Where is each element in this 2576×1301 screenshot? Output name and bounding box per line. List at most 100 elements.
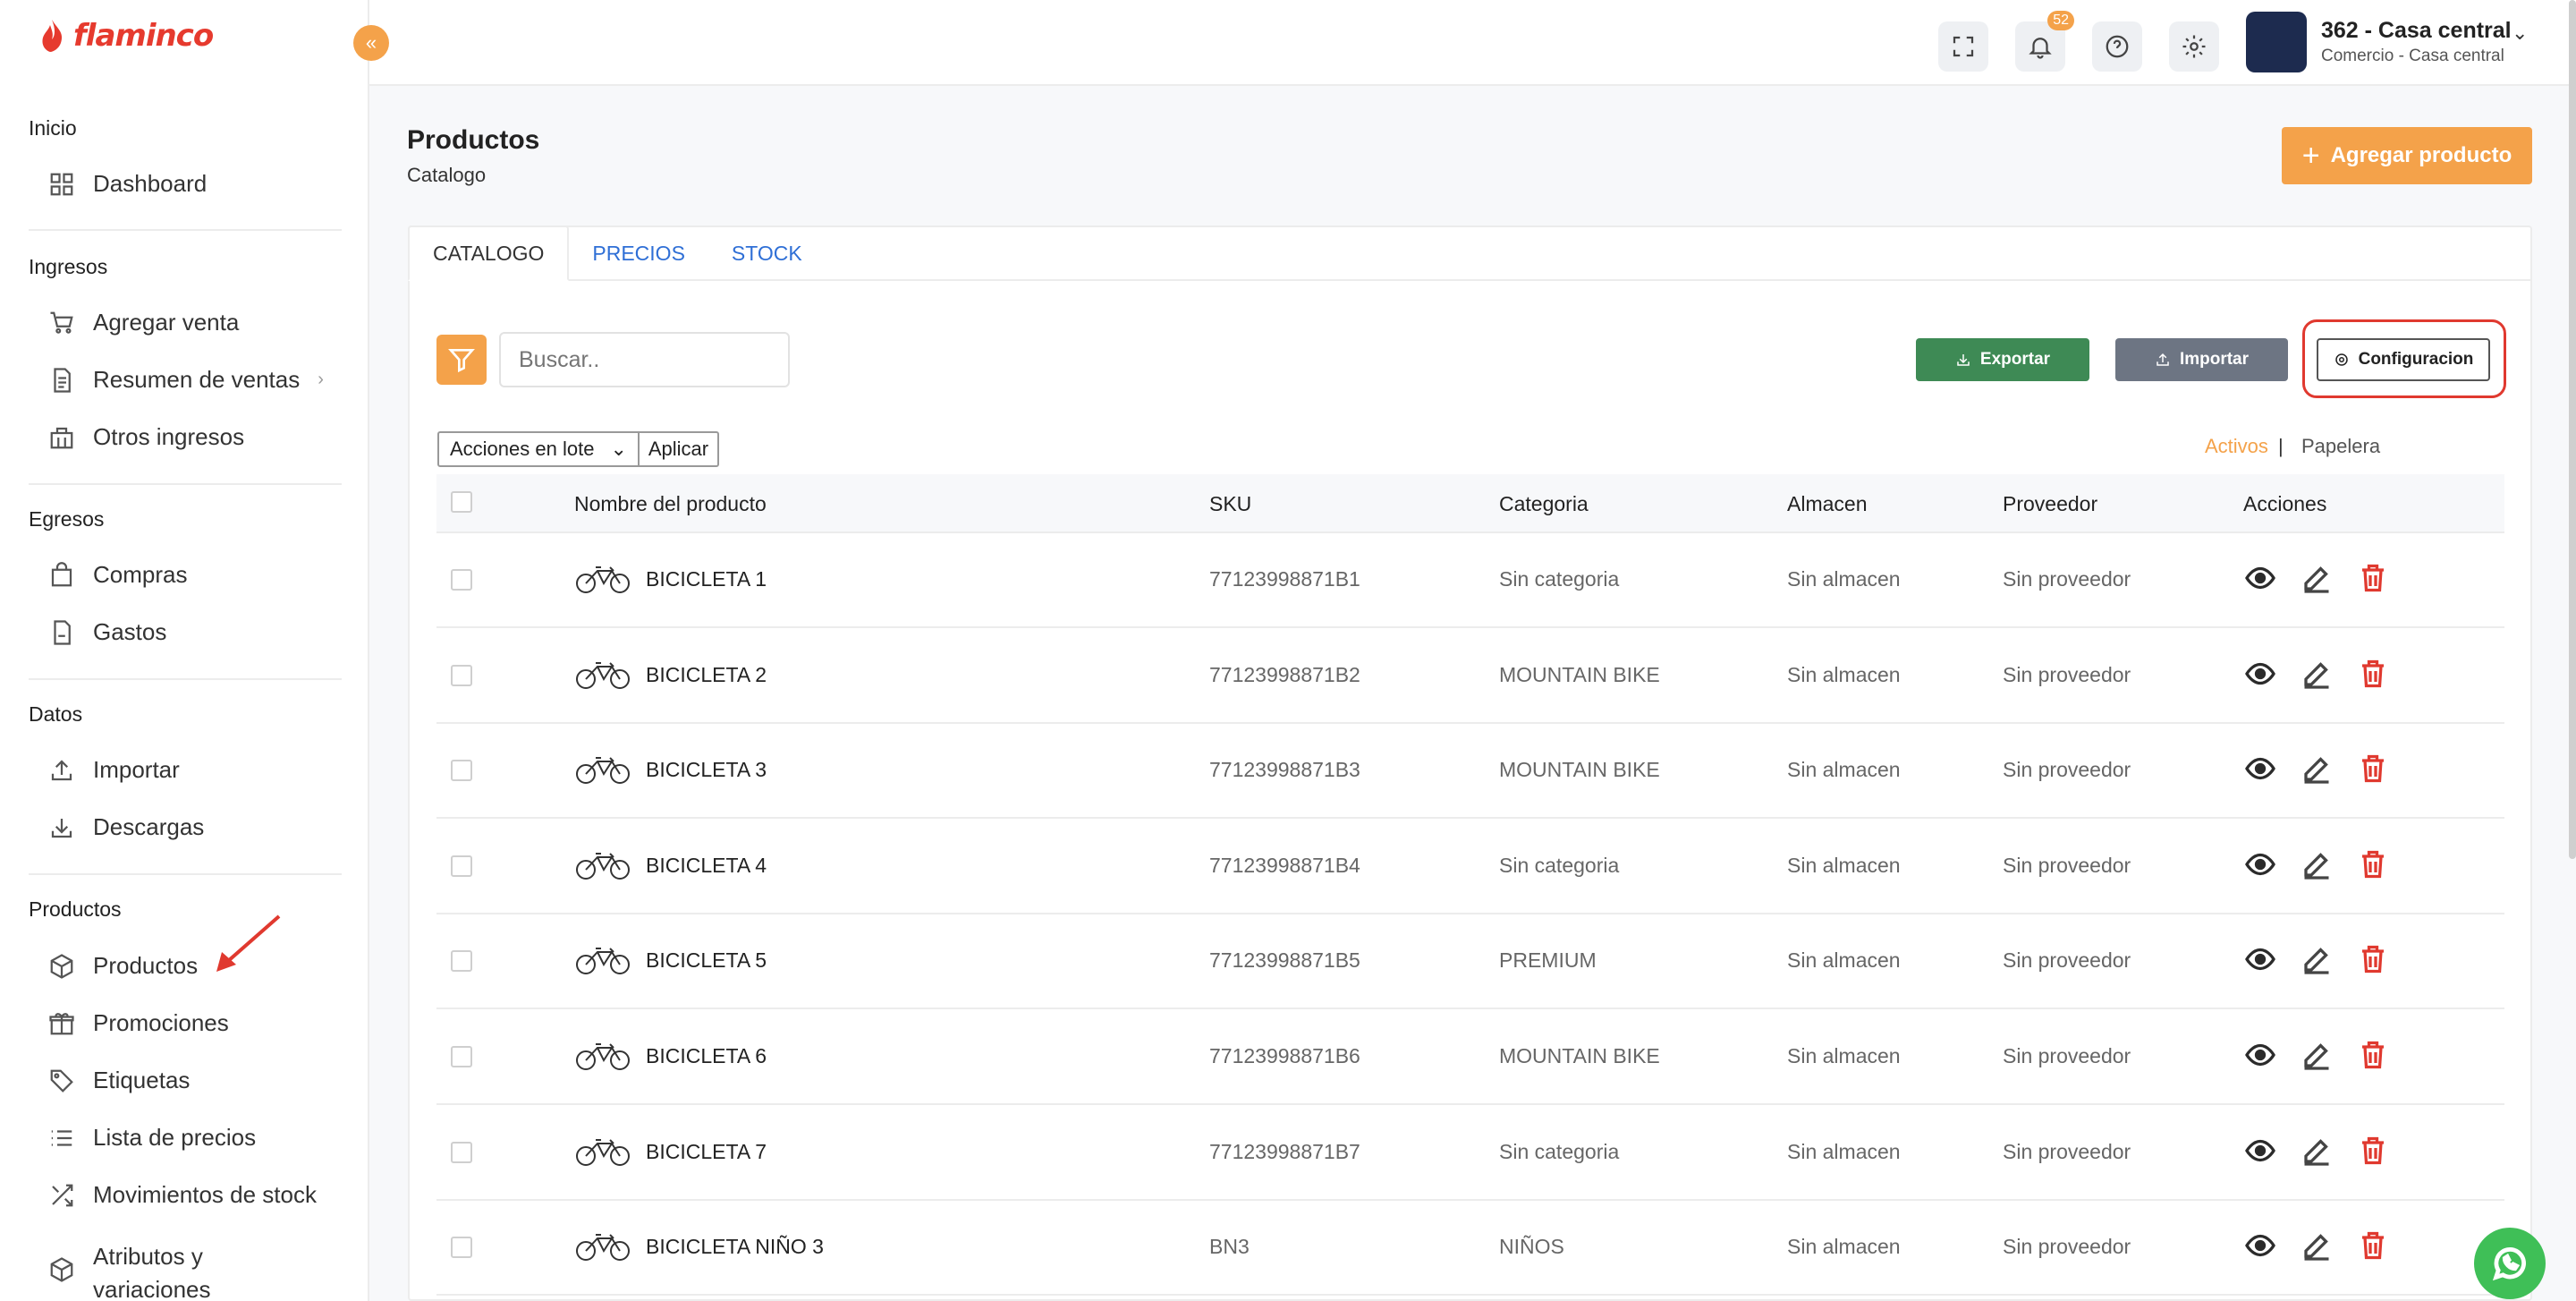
column-header-actions: Acciones xyxy=(2243,492,2327,515)
select-all-checkbox[interactable] xyxy=(451,491,472,513)
help-button[interactable] xyxy=(2092,21,2142,72)
product-name[interactable]: BICICLETA 6 xyxy=(646,1044,767,1068)
sidebar-item-importar[interactable]: Importar xyxy=(48,756,180,784)
sidebar-item-atributos[interactable]: Atributos y variaciones xyxy=(48,1240,211,1301)
edit-button[interactable] xyxy=(2301,658,2333,690)
delete-button[interactable] xyxy=(2357,943,2389,975)
delete-button[interactable] xyxy=(2357,1135,2389,1167)
edit-button[interactable] xyxy=(2301,1135,2333,1167)
delete-button[interactable] xyxy=(2357,1229,2389,1262)
view-button[interactable] xyxy=(2244,562,2276,594)
edit-button[interactable] xyxy=(2301,1039,2333,1071)
export-button[interactable]: Exportar xyxy=(1916,338,2089,381)
pencil-icon xyxy=(2304,948,2329,975)
settings-button[interactable] xyxy=(2169,21,2219,72)
delete-button[interactable] xyxy=(2357,1039,2389,1071)
sidebar-item-productos[interactable]: Productos xyxy=(48,952,198,980)
sidebar-item-etiquetas[interactable]: Etiquetas xyxy=(48,1067,190,1094)
whatsapp-icon xyxy=(2492,1247,2526,1281)
bulk-actions-select[interactable]: Acciones en lote ⌄ xyxy=(439,433,640,465)
column-header-sku[interactable]: SKU xyxy=(1209,492,1251,516)
product-category: Sin categoria xyxy=(1499,853,1620,877)
column-header-name[interactable]: Nombre del producto xyxy=(574,492,767,516)
filter-button[interactable] xyxy=(436,335,487,385)
sidebar-item-dashboard[interactable]: Dashboard xyxy=(48,170,207,198)
edit-button[interactable] xyxy=(2301,943,2333,975)
sidebar-item-movimientos-stock[interactable]: Movimientos de stock xyxy=(48,1181,317,1209)
chevron-down-icon[interactable]: ⌄ xyxy=(2512,21,2528,45)
view-button[interactable] xyxy=(2244,1229,2276,1262)
row-checkbox[interactable] xyxy=(451,1141,472,1163)
sidebar-item-agregar-venta[interactable]: Agregar venta xyxy=(48,309,239,336)
product-name[interactable]: BICICLETA 1 xyxy=(646,567,767,591)
bulk-actions-label: Acciones en lote xyxy=(450,438,595,460)
sidebar-item-lista-precios[interactable]: Lista de precios xyxy=(48,1124,256,1152)
product-name[interactable]: BICICLETA 4 xyxy=(646,854,767,878)
store-name[interactable]: 362 - Casa central xyxy=(2321,18,2512,44)
product-warehouse: Sin almacen xyxy=(1787,853,1901,877)
sidebar-item-compras[interactable]: Compras xyxy=(48,561,187,589)
row-checkbox[interactable] xyxy=(451,569,472,591)
edit-button[interactable] xyxy=(2301,753,2333,785)
product-name[interactable]: BICICLETA 5 xyxy=(646,948,767,973)
fullscreen-button[interactable] xyxy=(1938,21,1988,72)
product-name[interactable]: BICICLETA NIÑO 3 xyxy=(646,1235,824,1259)
column-header-category[interactable]: Categoria xyxy=(1499,492,1589,516)
whatsapp-button[interactable] xyxy=(2474,1228,2546,1299)
status-trash-link[interactable]: Papelera xyxy=(2301,435,2380,458)
collapse-sidebar-button[interactable]: « xyxy=(353,25,389,61)
delete-button[interactable] xyxy=(2357,753,2389,785)
delete-button[interactable] xyxy=(2357,658,2389,690)
sidebar-item-otros-ingresos[interactable]: Otros ingresos xyxy=(48,423,244,451)
brand-logo[interactable]: flaminco xyxy=(39,18,214,54)
sidebar-item-gastos[interactable]: Gastos xyxy=(48,618,166,646)
edit-button[interactable] xyxy=(2301,562,2333,594)
trash-icon xyxy=(2362,946,2384,974)
column-header-warehouse[interactable]: Almacen xyxy=(1787,492,1867,516)
apply-button[interactable]: Aplicar xyxy=(640,433,717,465)
status-active-link[interactable]: Activos xyxy=(2205,435,2268,458)
row-checkbox[interactable] xyxy=(451,950,472,973)
sidebar-item-label: Movimientos de stock xyxy=(93,1181,317,1208)
row-checkbox[interactable] xyxy=(451,1237,472,1259)
tab-stock[interactable]: STOCK xyxy=(708,225,826,281)
view-button[interactable] xyxy=(2244,658,2276,690)
row-checkbox[interactable] xyxy=(451,664,472,686)
view-button[interactable] xyxy=(2244,1039,2276,1071)
view-button[interactable] xyxy=(2244,943,2276,975)
view-button[interactable] xyxy=(2244,848,2276,880)
add-product-button[interactable]: + Agregar producto xyxy=(2282,127,2532,184)
product-warehouse: Sin almacen xyxy=(1787,662,1901,686)
view-button[interactable] xyxy=(2244,1135,2276,1167)
column-header-supplier[interactable]: Proveedor xyxy=(2003,492,2097,516)
product-name[interactable]: BICICLETA 3 xyxy=(646,758,767,782)
notifications-button[interactable]: 52 xyxy=(2015,11,2074,72)
import-button[interactable]: Importar xyxy=(2115,338,2288,381)
edit-button[interactable] xyxy=(2301,848,2333,880)
row-checkbox[interactable] xyxy=(451,760,472,782)
bike-icon xyxy=(576,1138,630,1166)
brand-name: flaminco xyxy=(73,18,214,54)
sidebar-item-promociones[interactable]: Promociones xyxy=(48,1009,229,1037)
product-sku: 77123998871B3 xyxy=(1209,758,1360,782)
plus-icon: + xyxy=(2301,138,2320,173)
view-button[interactable] xyxy=(2244,753,2276,785)
tab-catalogo[interactable]: CATALOGO xyxy=(408,225,570,281)
pencil-icon xyxy=(2304,757,2329,784)
sidebar-item-descargas[interactable]: Descargas xyxy=(48,813,204,841)
delete-button[interactable] xyxy=(2357,848,2389,880)
product-category: NIÑOS xyxy=(1499,1235,1564,1259)
store-avatar[interactable] xyxy=(2246,12,2307,72)
product-name[interactable]: BICICLETA 2 xyxy=(646,663,767,687)
tab-precios[interactable]: PRECIOS xyxy=(569,225,708,281)
row-checkbox[interactable] xyxy=(451,1046,472,1067)
search-input[interactable] xyxy=(499,332,790,387)
row-checkbox[interactable] xyxy=(451,855,472,877)
edit-button[interactable] xyxy=(2301,1229,2333,1262)
sidebar-item-label: Descargas xyxy=(93,813,205,840)
help-icon xyxy=(2106,35,2129,58)
sidebar-item-resumen-ventas[interactable]: Resumen de ventas › xyxy=(48,366,324,394)
delete-button[interactable] xyxy=(2357,562,2389,594)
product-name[interactable]: BICICLETA 7 xyxy=(646,1140,767,1164)
scrollbar[interactable] xyxy=(2569,0,2576,859)
